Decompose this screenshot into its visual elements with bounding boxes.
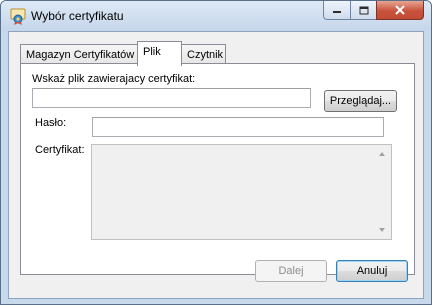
next-button[interactable]: Dalej bbox=[255, 260, 327, 282]
file-path-input[interactable] bbox=[32, 88, 311, 108]
certificate-dialog: Wybór certyfikatu Magazyn Certyfikatów P… bbox=[0, 0, 432, 305]
certificate-scrollbar[interactable] bbox=[374, 145, 391, 239]
dialog-body: Magazyn Certyfikatów Plik Czytnik Wskaż … bbox=[8, 31, 424, 299]
tab-label: Magazyn Certyfikatów bbox=[26, 49, 135, 61]
tab-file[interactable]: Plik bbox=[137, 41, 182, 66]
certificate-textarea[interactable] bbox=[91, 144, 392, 240]
browse-button[interactable]: Przeglądaj... bbox=[324, 90, 397, 112]
window-title: Wybór certyfikatu bbox=[31, 9, 124, 23]
maximize-icon bbox=[359, 6, 368, 14]
close-icon bbox=[395, 5, 405, 15]
cancel-button[interactable]: Anuluj bbox=[336, 260, 408, 282]
minimize-button[interactable] bbox=[323, 1, 351, 20]
title-bar[interactable]: Wybór certyfikatu bbox=[1, 1, 431, 31]
file-path-label: Wskaż plik zawierajacy certyfikat: bbox=[32, 73, 196, 85]
tab-label: Czytnik bbox=[187, 49, 224, 61]
minimize-icon bbox=[333, 11, 341, 13]
tab-label: Plik bbox=[143, 46, 161, 58]
password-label: Hasło: bbox=[35, 117, 67, 129]
caption-buttons bbox=[323, 1, 428, 21]
certificate-label: Certyfikat: bbox=[35, 144, 85, 156]
scroll-down-icon[interactable] bbox=[379, 228, 385, 232]
scroll-up-icon[interactable] bbox=[379, 152, 385, 156]
certificate-app-icon bbox=[10, 8, 26, 25]
close-button[interactable] bbox=[376, 1, 424, 20]
password-field[interactable] bbox=[92, 117, 384, 137]
maximize-button[interactable] bbox=[350, 1, 377, 20]
